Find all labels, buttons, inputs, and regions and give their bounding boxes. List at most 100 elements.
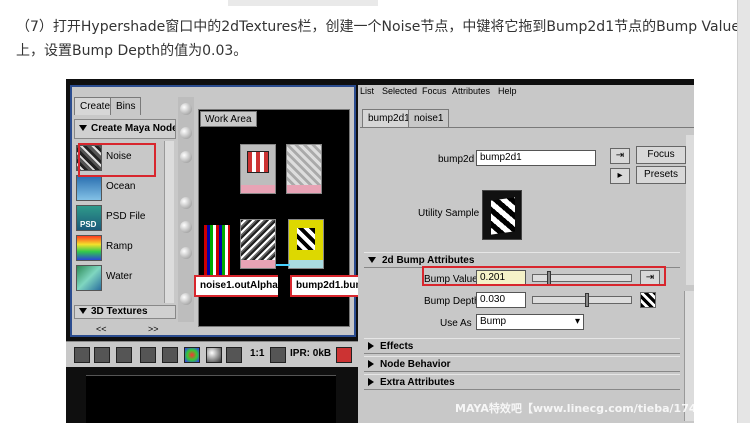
menu-selected[interactable]: Selected [382, 85, 417, 97]
page-scrollbar[interactable] [737, 0, 750, 423]
section-effects-label: Effects [380, 341, 414, 352]
ipr-memory-label: IPR: 0kB [290, 348, 332, 359]
watermark-text: MAYA特效吧【www.linecg.com/tieba/1745】 [455, 402, 716, 415]
node-noise1[interactable] [240, 219, 276, 269]
section-3d-textures[interactable]: 3D Textures [74, 305, 176, 319]
snapshot-icon[interactable] [162, 347, 178, 363]
page-root: （7）打开Hypershade窗口中的2dTextures栏，创建一个Noise… [0, 0, 750, 423]
sphere-icon[interactable] [180, 221, 192, 233]
ratio-label[interactable]: 1:1 [250, 348, 264, 359]
attribute-editor: List Selected Focus Attributes Help bump… [358, 85, 694, 423]
cube-icon [247, 151, 269, 173]
ipr-icon[interactable] [140, 347, 156, 363]
attribute-body: bump2d bump2d1 ⇥ Focus ▸ Presets Utility… [360, 127, 694, 423]
hypershade-side-toolbar [178, 97, 194, 322]
sphere-icon[interactable] [180, 247, 192, 259]
menu-list[interactable]: List [360, 85, 374, 97]
tab-noise1[interactable]: noise1 [408, 109, 450, 127]
ramp-thumbnail-icon [76, 235, 102, 261]
menu-focus[interactable]: Focus [422, 85, 447, 97]
bump-depth-label: Bump Depth [424, 296, 480, 307]
create-header-label: Create Maya Node [91, 123, 176, 134]
section-effects[interactable]: Effects [364, 338, 680, 354]
utility-sample-label: Utility Sample [418, 208, 480, 219]
node-name-field[interactable]: bump2d1 [476, 150, 596, 166]
menu-help[interactable]: Help [498, 85, 517, 97]
chevron-down-icon: ▾ [574, 316, 580, 327]
presets-button[interactable]: Presets [636, 166, 686, 184]
label-gap [278, 275, 290, 297]
expand-icon [79, 125, 87, 132]
expand-icon [79, 308, 87, 315]
hypershade-nav: << >> [74, 323, 176, 335]
water-thumbnail-icon [76, 265, 102, 291]
node-texture[interactable] [286, 144, 322, 194]
psd-thumbnail-icon: PSD [76, 205, 102, 231]
create-maya-nodes-header[interactable]: Create Maya Node [74, 119, 176, 139]
expand-icon [368, 360, 374, 369]
ipr-toggle-icon[interactable] [270, 347, 286, 363]
rgb-icon[interactable] [184, 347, 200, 363]
checker-icon [491, 197, 515, 235]
node-bar [241, 260, 275, 268]
clapper-icon[interactable] [94, 347, 110, 363]
camera-icon[interactable] [116, 347, 132, 363]
section-2d-label: 2d Bump Attributes [382, 255, 475, 266]
sphere-icon[interactable] [180, 197, 192, 209]
render-view [86, 375, 336, 423]
texture-label: Ramp [106, 241, 133, 252]
section-node-behavior[interactable]: Node Behavior [364, 356, 680, 372]
noise-highlight-box [78, 143, 156, 177]
attribute-top-scrollbar[interactable] [686, 135, 694, 285]
channel-icon[interactable] [226, 347, 242, 363]
sphere-icon[interactable] [180, 293, 192, 305]
use-as-dropdown[interactable]: Bump ▾ [476, 314, 584, 330]
texture-item-ramp[interactable]: Ramp [76, 235, 162, 263]
checker-map-icon[interactable] [640, 292, 656, 308]
section-extra-attributes[interactable]: Extra Attributes [364, 374, 680, 390]
sphere-icon[interactable] [180, 103, 192, 115]
node-bar [241, 185, 275, 193]
top-strip [228, 0, 378, 6]
focus-button[interactable]: Focus [636, 146, 686, 164]
sphere-icon[interactable] [180, 127, 192, 139]
node-bump2d1[interactable] [288, 219, 324, 269]
nav-prev-button[interactable]: << [96, 323, 107, 335]
input-connection-icon[interactable]: ⇥ [610, 148, 630, 164]
attribute-menu-bar: List Selected Focus Attributes Help [358, 85, 694, 97]
tab-work-area[interactable]: Work Area [200, 111, 257, 127]
bump-depth-slider[interactable] [532, 293, 632, 307]
use-as-value: Bump [480, 316, 507, 327]
texture-label: PSD File [106, 211, 146, 222]
maya-screenshot: Create Bins Create Maya Node Noise Ocean… [66, 79, 694, 423]
instruction-text: （7）打开Hypershade窗口中的2dTextures栏，创建一个Noise… [16, 19, 740, 59]
ocean-thumbnail-icon [76, 175, 102, 201]
texture-label: Water [106, 271, 133, 282]
clapper-icon[interactable] [74, 347, 90, 363]
section-extra-attributes-label: Extra Attributes [380, 377, 455, 388]
output-connection-icon[interactable]: ▸ [610, 168, 630, 184]
connection-line [276, 264, 290, 266]
node-bump-cube[interactable] [240, 144, 276, 194]
stop-icon[interactable] [336, 347, 352, 363]
section-3d-label: 3D Textures [91, 306, 148, 317]
nav-next-button[interactable]: >> [148, 323, 159, 335]
use-as-label: Use As [440, 318, 472, 329]
texture-item-psd-file[interactable]: PSD PSD File [76, 205, 162, 233]
render-toolbar: 1:1 IPR: 0kB [66, 341, 358, 367]
node-bar [289, 260, 323, 268]
expand-icon [368, 342, 374, 351]
psd-badge: PSD [80, 220, 97, 229]
tab-bins[interactable]: Bins [110, 97, 142, 115]
checker-icon [297, 228, 315, 250]
sphere-icon[interactable] [206, 347, 222, 363]
texture-item-water[interactable]: Water [76, 265, 162, 293]
bump-depth-field[interactable]: 0.030 [476, 292, 526, 308]
texture-list-scrollbar[interactable] [164, 141, 174, 303]
expand-icon [368, 378, 374, 387]
sphere-icon[interactable] [180, 151, 192, 163]
menu-attributes[interactable]: Attributes [452, 85, 490, 97]
section-node-behavior-label: Node Behavior [380, 359, 451, 370]
slider-knob[interactable] [585, 293, 589, 307]
texture-item-ocean[interactable]: Ocean [76, 175, 162, 203]
